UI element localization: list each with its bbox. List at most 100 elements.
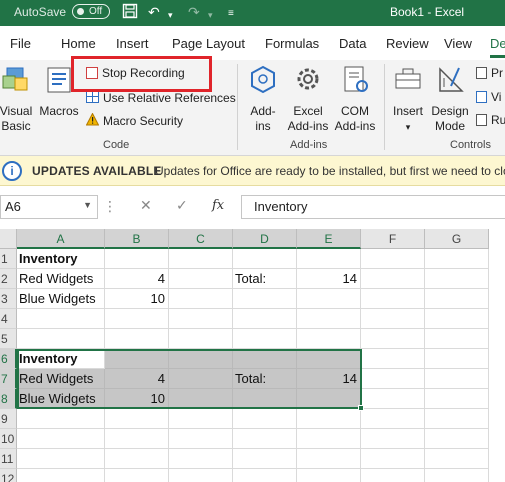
cell-g5[interactable] — [425, 329, 489, 349]
cell-f9[interactable] — [361, 409, 425, 429]
cell-b7[interactable]: 4 — [105, 369, 169, 389]
cell-f6[interactable] — [361, 349, 425, 369]
cell-g6[interactable] — [425, 349, 489, 369]
cell-a7[interactable]: Red Widgets — [17, 369, 105, 389]
macro-security-button[interactable]: Macro Security — [85, 112, 183, 129]
cell-c11[interactable] — [169, 449, 233, 469]
cell-e1[interactable] — [297, 249, 361, 269]
visual-basic-button[interactable]: Visual Basic — [0, 64, 34, 134]
row-header-8[interactable]: 8 — [0, 389, 17, 409]
cell-f8[interactable] — [361, 389, 425, 409]
formula-input[interactable]: Inventory — [241, 195, 505, 219]
cell-d1[interactable] — [233, 249, 297, 269]
design-mode-button[interactable]: Design Mode — [429, 64, 471, 134]
cell-d12[interactable] — [233, 469, 297, 482]
cell-a11[interactable] — [17, 449, 105, 469]
tab-page-layout[interactable]: Page Layout — [172, 36, 245, 51]
cell-d4[interactable] — [233, 309, 297, 329]
cell-e6[interactable] — [297, 349, 361, 369]
cell-c8[interactable] — [169, 389, 233, 409]
insert-function-icon[interactable]: fx — [212, 198, 224, 213]
cell-d10[interactable] — [233, 429, 297, 449]
cell-f3[interactable] — [361, 289, 425, 309]
customize-toolbar-icon[interactable]: ≡ — [228, 5, 234, 23]
cell-b6[interactable] — [105, 349, 169, 369]
tab-data[interactable]: Data — [339, 36, 366, 51]
cell-c9[interactable] — [169, 409, 233, 429]
properties-button[interactable]: Pr — [476, 66, 503, 80]
row-header-3[interactable]: 3 — [0, 289, 17, 309]
cell-c10[interactable] — [169, 429, 233, 449]
cell-g11[interactable] — [425, 449, 489, 469]
cell-g7[interactable] — [425, 369, 489, 389]
row-header-4[interactable]: 4 — [0, 309, 17, 329]
cell-c3[interactable] — [169, 289, 233, 309]
tab-home[interactable]: Home — [61, 36, 96, 51]
cell-e3[interactable] — [297, 289, 361, 309]
cell-d6[interactable] — [233, 349, 297, 369]
select-all-corner[interactable] — [0, 229, 17, 249]
tab-formulas[interactable]: Formulas — [265, 36, 319, 51]
redo-icon[interactable]: ↷ — [188, 3, 200, 21]
cell-d8[interactable] — [233, 389, 297, 409]
cell-c6[interactable] — [169, 349, 233, 369]
save-icon[interactable] — [122, 3, 138, 23]
cell-d5[interactable] — [233, 329, 297, 349]
cell-b2[interactable]: 4 — [105, 269, 169, 289]
cell-d7[interactable]: Total: — [233, 369, 297, 389]
cell-e7[interactable]: 14 — [297, 369, 361, 389]
use-relative-references-button[interactable]: Use Relative References — [86, 90, 236, 106]
cell-e9[interactable] — [297, 409, 361, 429]
tab-developer[interactable]: De — [490, 36, 505, 58]
column-header-a[interactable]: A — [17, 229, 105, 249]
cell-c5[interactable] — [169, 329, 233, 349]
cell-b12[interactable] — [105, 469, 169, 482]
cell-g2[interactable] — [425, 269, 489, 289]
cell-e8[interactable] — [297, 389, 361, 409]
row-header-5[interactable]: 5 — [0, 329, 17, 349]
cell-b11[interactable] — [105, 449, 169, 469]
cell-g1[interactable] — [425, 249, 489, 269]
formula-bar-grip-icon[interactable]: ⋮ — [103, 198, 117, 215]
cell-b10[interactable] — [105, 429, 169, 449]
cell-d2[interactable]: Total: — [233, 269, 297, 289]
cell-g4[interactable] — [425, 309, 489, 329]
tab-insert[interactable]: Insert — [116, 36, 149, 51]
cell-e5[interactable] — [297, 329, 361, 349]
cell-g3[interactable] — [425, 289, 489, 309]
cell-f5[interactable] — [361, 329, 425, 349]
cell-e4[interactable] — [297, 309, 361, 329]
tab-file[interactable]: File — [10, 36, 31, 51]
cell-g8[interactable] — [425, 389, 489, 409]
cell-e10[interactable] — [297, 429, 361, 449]
cell-b5[interactable] — [105, 329, 169, 349]
cell-c7[interactable] — [169, 369, 233, 389]
cell-a1[interactable]: Inventory — [17, 249, 105, 269]
worksheet-grid[interactable]: ABCDEFG 1 2 3 4 5 6 7 8 9 10 11 12 Inventory Red Wid… — [0, 229, 505, 482]
row-header-6[interactable]: 6 — [0, 349, 17, 369]
cell-b3[interactable]: 10 — [105, 289, 169, 309]
undo-dropdown-icon[interactable]: ▾ — [168, 6, 173, 24]
row-header-12[interactable]: 12 — [0, 469, 17, 482]
cell-f1[interactable] — [361, 249, 425, 269]
cell-b4[interactable] — [105, 309, 169, 329]
cancel-icon[interactable]: ✕ — [140, 197, 152, 214]
row-header-11[interactable]: 11 — [0, 449, 17, 469]
excel-add-ins-button[interactable]: Excel Add-ins — [283, 64, 333, 134]
cell-a12[interactable] — [17, 469, 105, 482]
cell-f10[interactable] — [361, 429, 425, 449]
cell-a10[interactable] — [17, 429, 105, 449]
column-header-c[interactable]: C — [169, 229, 233, 249]
add-ins-button[interactable]: Add- ins — [245, 64, 281, 134]
cell-a2[interactable]: Red Widgets — [17, 269, 105, 289]
enter-icon[interactable]: ✓ — [176, 197, 188, 214]
cell-c1[interactable] — [169, 249, 233, 269]
row-header-10[interactable]: 10 — [0, 429, 17, 449]
cell-g12[interactable] — [425, 469, 489, 482]
view-code-button[interactable]: Vi — [476, 90, 501, 104]
cell-e2[interactable]: 14 — [297, 269, 361, 289]
column-header-b[interactable]: B — [105, 229, 169, 249]
cell-c12[interactable] — [169, 469, 233, 482]
redo-dropdown-icon[interactable]: ▾ — [208, 6, 213, 24]
cell-g10[interactable] — [425, 429, 489, 449]
